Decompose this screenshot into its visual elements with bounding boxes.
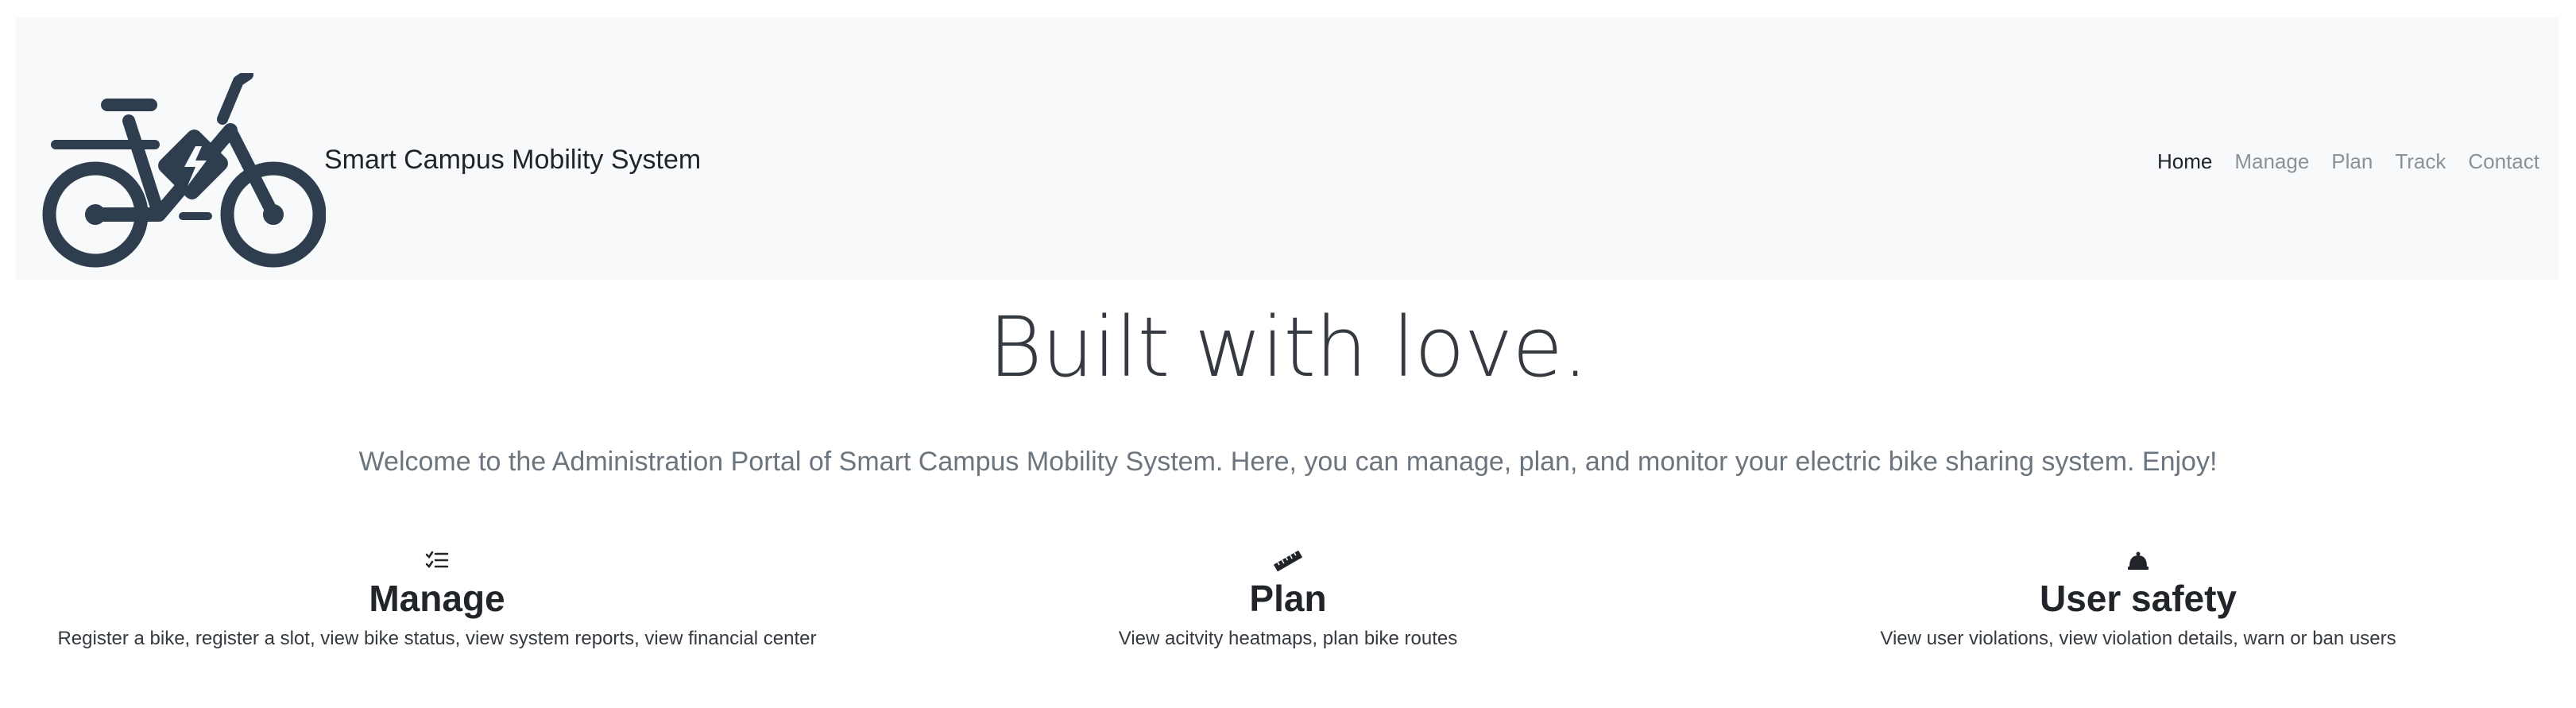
bell-icon (1741, 547, 2535, 575)
ruler-icon (891, 547, 1685, 575)
feature-description: Register a bike, register a slot, view b… (57, 627, 817, 649)
nav-link-contact[interactable]: Contact (2468, 149, 2539, 174)
brand-title[interactable]: Smart Campus Mobility System (324, 145, 701, 176)
feature-manage: Manage Register a bike, register a slot,… (40, 547, 834, 654)
feature-user-safety: User safety View user violations, view v… (1741, 547, 2535, 654)
feature-plan: Plan View acitvity heatmaps, plan bike r… (891, 547, 1685, 654)
navbar: Smart Campus Mobility System Home Manage… (16, 17, 2559, 280)
main-nav: Home Manage Plan Track Contact (2157, 149, 2539, 174)
feature-description: View acitvity heatmaps, plan bike routes (1118, 627, 1458, 649)
nav-link-plan[interactable]: Plan (2331, 149, 2373, 174)
feature-description: View user violations, view violation det… (1880, 627, 2396, 649)
feature-title: Plan (1249, 578, 1327, 619)
nav-link-home[interactable]: Home (2157, 149, 2212, 174)
hero-title: Built with love. (988, 299, 1588, 396)
hero-lead: Welcome to the Administration Portal of … (358, 447, 2218, 477)
nav-link-track[interactable]: Track (2395, 149, 2446, 174)
nav-link-manage[interactable]: Manage (2234, 149, 2309, 174)
feature-title: User safety (2039, 578, 2238, 619)
electric-bike-icon[interactable] (40, 69, 327, 272)
checklist-icon (40, 547, 834, 575)
feature-title: Manage (369, 578, 505, 619)
